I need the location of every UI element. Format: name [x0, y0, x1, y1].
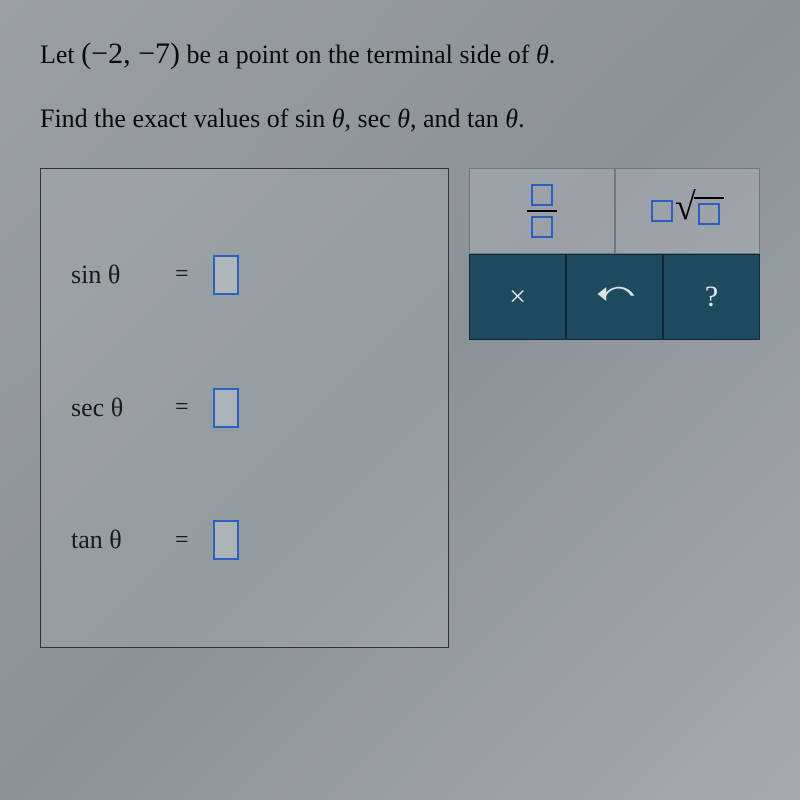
point-coords: (−2, −7) — [81, 37, 180, 70]
text-terminal: be a point on the terminal side of — [180, 40, 536, 69]
tan-text: tan — [467, 104, 499, 133]
help-icon: ? — [705, 280, 718, 314]
help-button[interactable]: ? — [663, 254, 760, 340]
equals-sign: = — [175, 394, 189, 421]
sin-label: sin θ — [71, 260, 151, 290]
close-icon: × — [509, 280, 526, 314]
sqrt-button[interactable]: √ — [615, 168, 760, 254]
undo-button[interactable] — [566, 254, 663, 340]
equals-sign: = — [175, 527, 189, 554]
tan-input[interactable] — [213, 520, 239, 560]
sin-input[interactable] — [213, 255, 239, 295]
sec-label: sec θ — [71, 393, 151, 423]
math-toolbar: √ × ? — [469, 168, 760, 340]
tan-label: tan θ — [71, 525, 151, 555]
sec-row: sec θ = — [71, 388, 418, 428]
close-button[interactable]: × — [469, 254, 566, 340]
theta-symbol: θ — [332, 104, 345, 133]
equals-sign: = — [175, 261, 189, 288]
undo-icon — [594, 280, 636, 313]
period: . — [549, 40, 556, 69]
tan-row: tan θ = — [71, 520, 418, 560]
period: . — [518, 104, 525, 133]
problem-line-2: Find the exact values of sin θ, sec θ, a… — [40, 98, 760, 140]
problem-line-1: Let (−2, −7) be a point on the terminal … — [40, 30, 760, 78]
text-let: Let — [40, 40, 81, 69]
fraction-button[interactable] — [469, 168, 614, 254]
sin-row: sin θ = — [71, 255, 418, 295]
theta-symbol: θ — [536, 40, 549, 69]
sec-text: sec — [358, 104, 391, 133]
theta-symbol: θ — [505, 104, 518, 133]
sec-input[interactable] — [213, 388, 239, 428]
comma: , and — [410, 104, 467, 133]
answer-panel: sin θ = sec θ = tan θ = — [40, 168, 449, 648]
text-find: Find the exact values of — [40, 104, 295, 133]
comma: , — [345, 104, 358, 133]
sin-text: sin — [295, 104, 325, 133]
sqrt-icon: √ — [651, 197, 724, 225]
problem-statement: Let (−2, −7) be a point on the terminal … — [40, 30, 760, 140]
fraction-icon — [527, 184, 557, 238]
theta-symbol: θ — [397, 104, 410, 133]
